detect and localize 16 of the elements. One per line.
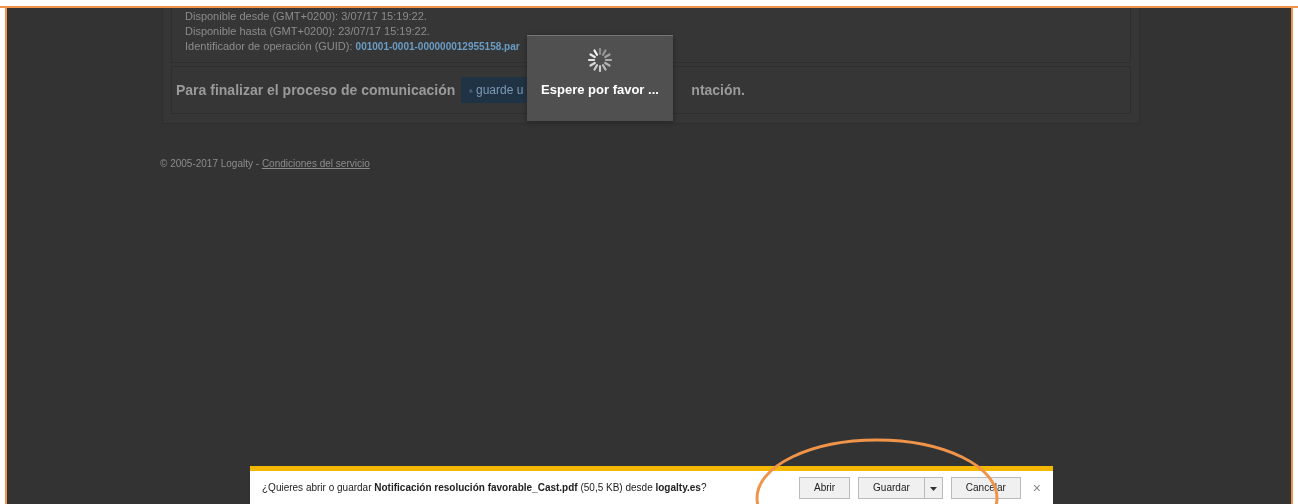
spinner-icon (588, 48, 612, 72)
dialog-button[interactable]: Abrir (798, 476, 851, 499)
operation-guid: 001001-0001-000000012955158.par (355, 41, 520, 52)
close-icon[interactable]: × (1032, 479, 1041, 496)
detail-text: Disponible desde (GMT+0200): 3/07/17 15:19:22. (185, 9, 428, 24)
save-button[interactable]: Guardar (858, 476, 925, 499)
loading-message: Espere por favor ... (541, 82, 659, 97)
terms-link[interactable]: Condiciones del servicio (261, 158, 370, 169)
detail-text: Disponible hasta (GMT+0200): 23/07/17 15:19:22. (185, 24, 431, 39)
download-prompt: ¿Quieres abrir o guardar Notificación resolución favorable_Cast.pdf (50,5 KB) desde logalty.es? (262, 482, 707, 493)
copyright-text: © 2005-2017 Logalty - (160, 158, 260, 169)
finalize-text: Para finalizar el proceso de comunicación (176, 82, 456, 98)
save-options-button[interactable] (924, 476, 943, 499)
finalize-text-end: ntación. (691, 82, 745, 98)
detail-label: Identificador de operación (GUID): (185, 40, 353, 52)
caret-icon (929, 487, 937, 491)
